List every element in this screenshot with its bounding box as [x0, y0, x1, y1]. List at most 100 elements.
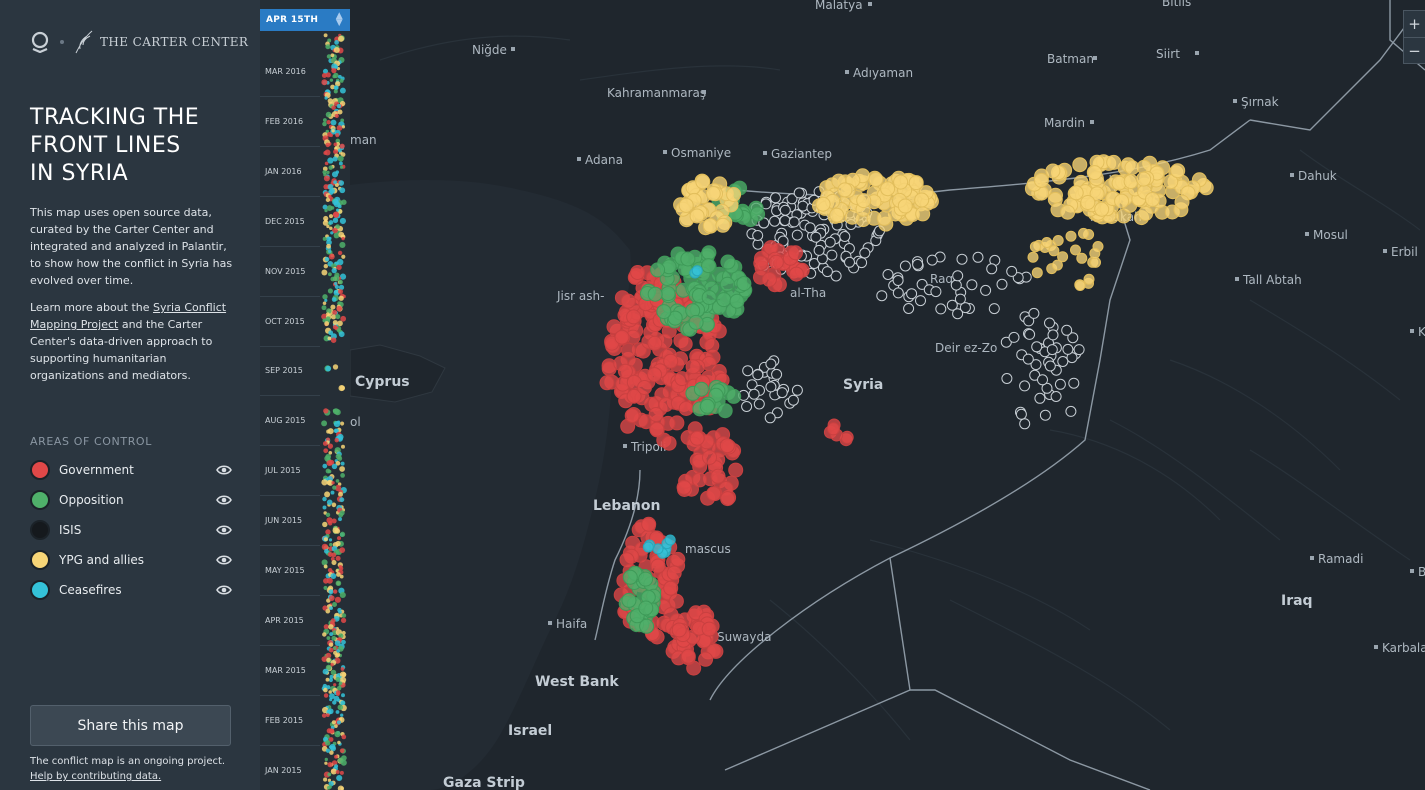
- control-marker[interactable]: [752, 369, 764, 381]
- control-marker[interactable]: [649, 421, 665, 437]
- control-marker[interactable]: [1022, 353, 1034, 365]
- control-marker[interactable]: [626, 309, 642, 325]
- control-marker[interactable]: [691, 265, 703, 277]
- control-marker[interactable]: [761, 272, 777, 287]
- control-marker[interactable]: [769, 215, 781, 227]
- control-marker[interactable]: [742, 365, 754, 377]
- control-marker[interactable]: [952, 308, 964, 320]
- control-marker[interactable]: [670, 551, 686, 567]
- visibility-eye-icon[interactable]: [216, 584, 232, 596]
- control-marker[interactable]: [661, 435, 677, 451]
- legend-item[interactable]: Ceasefires: [30, 575, 232, 605]
- control-marker[interactable]: [698, 651, 714, 667]
- control-marker[interactable]: [701, 245, 717, 261]
- control-marker[interactable]: [915, 295, 926, 307]
- control-marker[interactable]: [624, 408, 640, 424]
- control-marker[interactable]: [1031, 267, 1043, 279]
- control-marker[interactable]: [702, 449, 717, 465]
- control-marker[interactable]: [656, 304, 672, 320]
- control-marker[interactable]: [1124, 160, 1140, 176]
- control-marker[interactable]: [726, 388, 742, 404]
- control-marker[interactable]: [764, 412, 776, 424]
- control-marker[interactable]: [1044, 317, 1055, 329]
- control-marker[interactable]: [699, 398, 715, 414]
- control-marker[interactable]: [892, 287, 904, 299]
- control-marker[interactable]: [1089, 247, 1101, 259]
- control-marker[interactable]: [935, 303, 947, 315]
- control-marker[interactable]: [770, 192, 781, 204]
- control-marker[interactable]: [1136, 171, 1152, 187]
- contribute-data-link[interactable]: Help by contributing data.: [30, 771, 161, 782]
- control-marker[interactable]: [599, 375, 615, 391]
- control-marker[interactable]: [765, 358, 777, 370]
- visibility-eye-icon[interactable]: [216, 494, 232, 506]
- carter-center-logo[interactable]: THE CARTER CENTER: [74, 30, 248, 54]
- control-marker[interactable]: [1087, 165, 1103, 181]
- control-marker[interactable]: [826, 422, 840, 436]
- control-marker[interactable]: [950, 279, 962, 291]
- control-marker[interactable]: [717, 403, 733, 419]
- timeline-month-label[interactable]: JUL 2015: [265, 466, 317, 475]
- control-marker[interactable]: [647, 367, 662, 383]
- control-marker[interactable]: [680, 251, 696, 267]
- control-marker[interactable]: [614, 329, 630, 345]
- legend-item[interactable]: Opposition: [30, 485, 232, 515]
- control-marker[interactable]: [720, 254, 736, 270]
- control-marker[interactable]: [912, 258, 924, 270]
- control-marker[interactable]: [1050, 391, 1062, 402]
- control-marker[interactable]: [829, 207, 845, 223]
- control-marker[interactable]: [893, 174, 909, 190]
- control-marker[interactable]: [892, 275, 904, 286]
- timeline-month-label[interactable]: MAR 2016: [265, 67, 317, 76]
- control-marker[interactable]: [954, 293, 966, 305]
- control-marker[interactable]: [804, 222, 816, 234]
- control-marker[interactable]: [647, 286, 663, 302]
- share-map-button[interactable]: Share this map: [30, 705, 231, 746]
- control-marker[interactable]: [868, 172, 884, 187]
- timeline-month-label[interactable]: DEC 2015: [265, 217, 317, 226]
- timeline-month-label[interactable]: JAN 2016: [265, 167, 317, 176]
- control-marker[interactable]: [859, 247, 871, 259]
- control-marker[interactable]: [685, 359, 701, 375]
- control-marker[interactable]: [720, 491, 736, 507]
- control-marker[interactable]: [1062, 343, 1074, 355]
- legend-item[interactable]: Government: [30, 455, 232, 485]
- control-marker[interactable]: [1073, 344, 1085, 356]
- control-marker[interactable]: [666, 565, 682, 581]
- control-marker[interactable]: [1106, 154, 1122, 170]
- control-marker[interactable]: [689, 430, 705, 446]
- control-marker[interactable]: [638, 571, 654, 587]
- timeline-month-label[interactable]: JUN 2015: [265, 516, 317, 525]
- control-marker[interactable]: [680, 648, 696, 664]
- control-marker[interactable]: [1027, 251, 1039, 263]
- timeline-month-label[interactable]: MAY 2015: [265, 566, 317, 575]
- control-marker[interactable]: [660, 286, 676, 302]
- control-marker[interactable]: [1061, 324, 1073, 336]
- control-marker[interactable]: [980, 284, 992, 296]
- control-marker[interactable]: [771, 368, 783, 380]
- control-marker[interactable]: [704, 338, 720, 354]
- control-marker[interactable]: [882, 269, 894, 280]
- control-marker[interactable]: [1046, 344, 1058, 356]
- control-marker[interactable]: [752, 230, 764, 241]
- control-marker[interactable]: [837, 182, 853, 198]
- control-marker[interactable]: [880, 181, 896, 197]
- zoom-out-button[interactable]: −: [1404, 37, 1425, 63]
- control-marker[interactable]: [677, 336, 693, 352]
- timeline-month-label[interactable]: NOV 2015: [265, 267, 317, 276]
- control-marker[interactable]: [1068, 185, 1084, 201]
- control-marker[interactable]: [1065, 230, 1077, 242]
- visibility-eye-icon[interactable]: [216, 554, 232, 566]
- control-marker[interactable]: [1039, 409, 1051, 421]
- control-marker[interactable]: [956, 253, 968, 265]
- control-marker[interactable]: [791, 384, 803, 396]
- control-marker[interactable]: [915, 206, 931, 222]
- control-marker[interactable]: [1138, 206, 1154, 221]
- visibility-eye-icon[interactable]: [216, 524, 232, 536]
- control-marker[interactable]: [702, 218, 718, 233]
- control-marker[interactable]: [671, 622, 687, 638]
- control-marker[interactable]: [1019, 380, 1031, 392]
- control-marker[interactable]: [1033, 172, 1049, 188]
- timeline-month-label[interactable]: FEB 2016: [265, 117, 317, 126]
- control-marker[interactable]: [1024, 328, 1036, 340]
